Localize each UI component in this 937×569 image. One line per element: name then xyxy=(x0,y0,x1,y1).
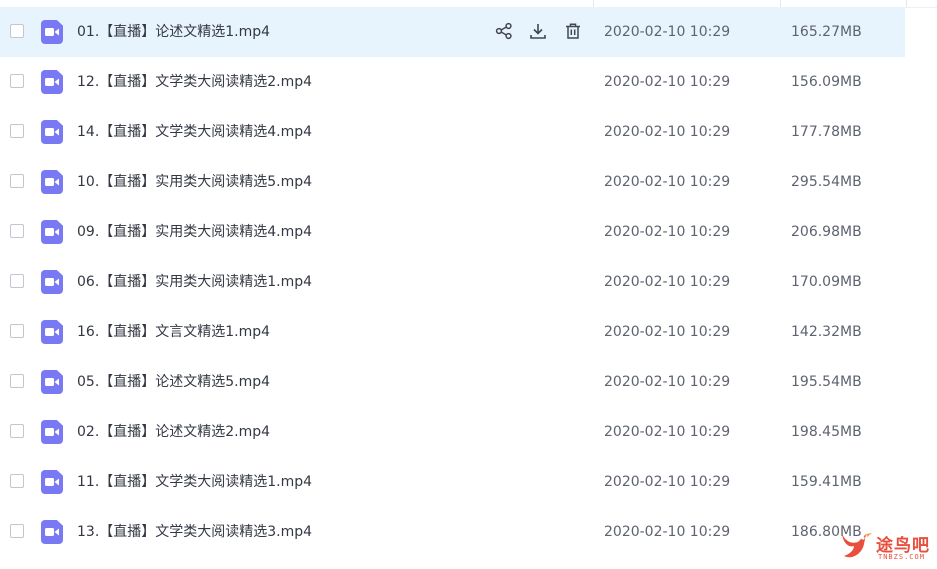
modified-time: 2020-02-10 10:29 xyxy=(604,424,731,440)
row-checkbox[interactable] xyxy=(10,374,24,388)
download-icon[interactable] xyxy=(528,20,548,42)
row-checkbox[interactable] xyxy=(10,324,24,338)
watermark-subtext: TNBZS.COM xyxy=(878,553,925,561)
file-name-link[interactable]: 10.【直播】实用类大阅读精选5.mp4 xyxy=(77,172,312,192)
video-file-icon xyxy=(41,370,63,394)
file-size: 165.27MB xyxy=(791,24,862,40)
file-row[interactable]: 12.【直播】文学类大阅读精选2.mp4 2020-02-10 10:29 156.… xyxy=(0,57,905,107)
modified-time: 2020-02-10 10:29 xyxy=(604,224,731,240)
file-name-link[interactable]: 12.【直播】文学类大阅读精选2.mp4 xyxy=(77,72,312,92)
modified-time: 2020-02-10 10:29 xyxy=(604,124,731,140)
row-checkbox[interactable] xyxy=(10,224,24,238)
bird-logo-icon xyxy=(842,533,872,558)
row-checkbox[interactable] xyxy=(10,524,24,538)
file-size: 198.45MB xyxy=(791,424,862,440)
share-icon[interactable] xyxy=(494,20,514,42)
file-row[interactable]: 05.【直播】论述文精选5.mp4 2020-02-10 10:29 195.54M… xyxy=(0,357,905,407)
file-row[interactable]: 10.【直播】实用类大阅读精选5.mp4 2020-02-10 10:29 295.… xyxy=(0,157,905,207)
file-row[interactable]: 01.【直播】论述文精选1.mp4 2020-02-10 10:29 165.27M… xyxy=(0,7,905,57)
row-checkbox[interactable] xyxy=(10,474,24,488)
modified-time: 2020-02-10 10:29 xyxy=(604,174,731,190)
file-name-link[interactable]: 01.【直播】论述文精选1.mp4 xyxy=(77,22,270,42)
modified-time: 2020-02-10 10:29 xyxy=(604,74,731,90)
file-row[interactable]: 13.【直播】文学类大阅读精选3.mp4 2020-02-10 10:29 186.… xyxy=(0,507,905,557)
modified-time: 2020-02-10 10:29 xyxy=(604,474,731,490)
row-checkbox[interactable] xyxy=(10,24,24,38)
file-size: 159.41MB xyxy=(791,474,862,490)
row-checkbox[interactable] xyxy=(10,174,24,188)
modified-time: 2020-02-10 10:29 xyxy=(604,524,731,540)
file-name-link[interactable]: 05.【直播】论述文精选5.mp4 xyxy=(77,372,270,392)
file-size: 195.54MB xyxy=(791,374,862,390)
file-size: 177.78MB xyxy=(791,124,862,140)
file-size: 156.09MB xyxy=(791,74,862,90)
file-row[interactable]: 06.【直播】实用类大阅读精选1.mp4 2020-02-10 10:29 170.… xyxy=(0,257,905,307)
row-checkbox[interactable] xyxy=(10,424,24,438)
row-checkbox[interactable] xyxy=(10,274,24,288)
video-file-icon xyxy=(41,70,63,94)
modified-time: 2020-02-10 10:29 xyxy=(604,274,731,290)
file-row[interactable]: 09.【直播】实用类大阅读精选4.mp4 2020-02-10 10:29 206.… xyxy=(0,207,905,257)
file-name-link[interactable]: 14.【直播】文学类大阅读精选4.mp4 xyxy=(77,122,312,142)
file-size: 170.09MB xyxy=(791,274,862,290)
video-file-icon xyxy=(41,470,63,494)
file-row[interactable]: 11.【直播】文学类大阅读精选1.mp4 2020-02-10 10:29 159.… xyxy=(0,457,905,507)
file-name-link[interactable]: 13.【直播】文学类大阅读精选3.mp4 xyxy=(77,522,312,542)
delete-icon[interactable] xyxy=(563,20,583,42)
video-file-icon xyxy=(41,120,63,144)
video-file-icon xyxy=(41,420,63,444)
row-checkbox[interactable] xyxy=(10,124,24,138)
file-row[interactable]: 14.【直播】文学类大阅读精选4.mp4 2020-02-10 10:29 177.… xyxy=(0,107,905,157)
file-list: 01.【直播】论述文精选1.mp4 2020-02-10 10:29 165.27M… xyxy=(0,7,905,557)
file-row[interactable]: 16.【直播】文言文精选1.mp4 2020-02-10 10:29 142.32M… xyxy=(0,307,905,357)
file-list-page: 01.【直播】论述文精选1.mp4 2020-02-10 10:29 165.27M… xyxy=(0,0,937,569)
file-name-link[interactable]: 02.【直播】论述文精选2.mp4 xyxy=(77,422,270,442)
video-file-icon xyxy=(41,270,63,294)
modified-time: 2020-02-10 10:29 xyxy=(604,24,731,40)
video-file-icon xyxy=(41,220,63,244)
video-file-icon xyxy=(41,520,63,544)
file-size: 295.54MB xyxy=(791,174,862,190)
column-divider xyxy=(906,0,907,7)
file-size: 206.98MB xyxy=(791,224,862,240)
file-name-link[interactable]: 11.【直播】文学类大阅读精选1.mp4 xyxy=(77,472,312,492)
file-size: 142.32MB xyxy=(791,324,862,340)
file-name-link[interactable]: 09.【直播】实用类大阅读精选4.mp4 xyxy=(77,222,312,242)
file-row[interactable]: 02.【直播】论述文精选2.mp4 2020-02-10 10:29 198.45M… xyxy=(0,407,905,457)
video-file-icon xyxy=(41,320,63,344)
modified-time: 2020-02-10 10:29 xyxy=(604,324,731,340)
column-divider xyxy=(780,0,781,7)
row-checkbox[interactable] xyxy=(10,74,24,88)
modified-time: 2020-02-10 10:29 xyxy=(604,374,731,390)
video-file-icon xyxy=(41,170,63,194)
watermark: 途鸟吧 TNBZS.COM xyxy=(836,528,932,566)
file-name-link[interactable]: 16.【直播】文言文精选1.mp4 xyxy=(77,322,270,342)
file-name-link[interactable]: 06.【直播】实用类大阅读精选1.mp4 xyxy=(77,272,312,292)
video-file-icon xyxy=(41,20,63,44)
column-divider xyxy=(593,0,594,7)
